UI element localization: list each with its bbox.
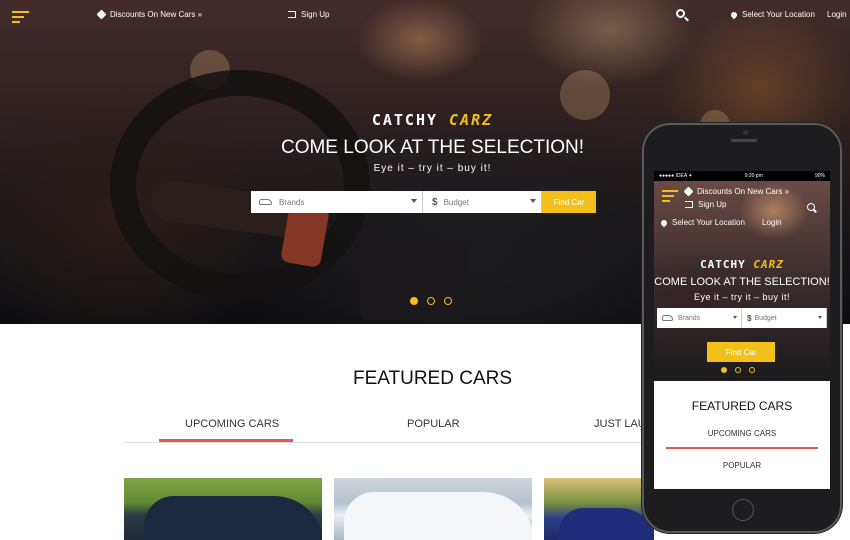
phone-camera bbox=[743, 130, 748, 135]
dollar-icon: $ bbox=[432, 196, 438, 208]
discounts-link[interactable]: Discounts On New Cars » bbox=[96, 9, 203, 20]
car-icon bbox=[662, 315, 673, 321]
signup-label: Sign Up bbox=[301, 10, 330, 19]
phone-hero-banner: Discounts On New Cars » Sign Up Select Y… bbox=[654, 181, 830, 381]
hamburger-menu-icon[interactable] bbox=[662, 190, 678, 202]
car-card-image[interactable] bbox=[334, 478, 532, 540]
logo-text-white: CATCHY bbox=[700, 258, 754, 271]
active-tab-indicator bbox=[159, 439, 293, 442]
phone-mockup: ●●●●● IDEA ✦ 9:20 pm 90% Discounts On Ne… bbox=[642, 123, 842, 533]
login-label: Login bbox=[827, 10, 847, 19]
active-tab-indicator bbox=[666, 447, 818, 449]
sign-in-icon bbox=[288, 11, 296, 18]
car-silhouette bbox=[344, 492, 532, 540]
slider-pagination bbox=[721, 367, 755, 373]
tab-popular[interactable]: POPULAR bbox=[654, 461, 830, 470]
dollar-icon: $ bbox=[747, 313, 752, 323]
phone-home-button bbox=[732, 499, 754, 521]
phone-location-link[interactable]: Select Your Location bbox=[659, 218, 745, 227]
phone-status-bar: ●●●●● IDEA ✦ 9:20 pm 90% bbox=[654, 171, 830, 181]
phone-hero-tagline: Eye it – try it – buy it! bbox=[693, 292, 791, 302]
brands-placeholder: Brands bbox=[678, 314, 701, 322]
budget-placeholder: Budget bbox=[443, 197, 469, 207]
logo-text-yellow: CARZ bbox=[449, 111, 494, 129]
car-icon bbox=[259, 199, 272, 205]
signup-label: Sign Up bbox=[698, 200, 727, 209]
chevron-down-icon bbox=[530, 199, 536, 203]
status-carrier: ●●●●● IDEA ✦ bbox=[659, 173, 693, 179]
location-label: Select Your Location bbox=[672, 218, 745, 227]
location-pin-icon bbox=[729, 10, 739, 19]
phone-signup-link[interactable]: Sign Up bbox=[685, 200, 726, 209]
tab-upcoming-cars[interactable]: UPCOMING CARS bbox=[654, 429, 830, 438]
slider-dot[interactable] bbox=[749, 367, 755, 373]
chevron-down-icon bbox=[733, 316, 737, 319]
search-icon[interactable] bbox=[676, 9, 685, 18]
logo-text-yellow: CARZ bbox=[753, 258, 784, 271]
phone-hero-headline: COME LOOK AT THE SELECTION! bbox=[654, 276, 830, 288]
brands-select[interactable]: Brands bbox=[657, 308, 742, 328]
location-pin-icon bbox=[659, 218, 669, 227]
car-silhouette bbox=[144, 496, 322, 540]
find-car-button[interactable]: Find Car bbox=[707, 342, 775, 362]
tab-popular[interactable]: POPULAR bbox=[407, 418, 460, 430]
slider-dot[interactable] bbox=[721, 367, 727, 373]
location-label: Select Your Location bbox=[742, 10, 815, 19]
top-navigation-bar: Discounts On New Cars » Sign Up Select Y… bbox=[0, 0, 850, 30]
phone-car-search-form: Brands $ Budget bbox=[657, 308, 827, 328]
car-silhouette bbox=[559, 508, 654, 540]
status-time: 9:20 pm bbox=[744, 173, 763, 179]
budget-placeholder: Budget bbox=[754, 314, 777, 322]
search-icon[interactable] bbox=[807, 203, 815, 211]
slider-pagination bbox=[410, 297, 452, 305]
status-battery: 90% bbox=[814, 173, 825, 179]
slider-dot[interactable] bbox=[427, 297, 435, 305]
featured-cars-heading: FEATURED CARS bbox=[691, 399, 793, 413]
phone-login-link[interactable]: Login bbox=[762, 218, 782, 227]
site-logo[interactable]: CATCHY CARZ bbox=[654, 258, 830, 271]
login-label: Login bbox=[762, 218, 782, 227]
budget-select[interactable]: $ Budget bbox=[423, 191, 542, 213]
page: Discounts On New Cars » Sign Up Select Y… bbox=[0, 0, 850, 540]
logo-text-white: CATCHY bbox=[371, 111, 450, 129]
brands-placeholder: Brands bbox=[279, 197, 305, 207]
sign-in-icon bbox=[685, 201, 693, 208]
tabs-divider bbox=[124, 442, 724, 443]
slider-dot[interactable] bbox=[735, 367, 741, 373]
login-link[interactable]: Login bbox=[827, 10, 847, 19]
chevron-down-icon bbox=[818, 316, 822, 319]
discounts-label: Discounts On New Cars » bbox=[110, 10, 203, 19]
location-link[interactable]: Select Your Location bbox=[729, 10, 815, 19]
find-car-button[interactable]: Find Car bbox=[542, 191, 596, 213]
tab-upcoming-cars[interactable]: UPCOMING CARS bbox=[185, 418, 279, 430]
slider-dot[interactable] bbox=[444, 297, 452, 305]
phone-screen: ●●●●● IDEA ✦ 9:20 pm 90% Discounts On Ne… bbox=[654, 171, 830, 489]
budget-select[interactable]: $ Budget bbox=[742, 308, 827, 328]
car-card-image[interactable] bbox=[124, 478, 322, 540]
hamburger-menu-icon[interactable] bbox=[12, 11, 29, 23]
discounts-label: Discounts On New Cars » bbox=[697, 187, 790, 196]
brands-select[interactable]: Brands bbox=[251, 191, 423, 213]
tag-icon bbox=[96, 9, 107, 20]
car-search-form: Brands $ Budget Find Car bbox=[251, 191, 596, 213]
phone-discounts-link[interactable]: Discounts On New Cars » bbox=[683, 186, 790, 197]
car-card-image[interactable] bbox=[544, 478, 654, 540]
slider-dot[interactable] bbox=[410, 297, 418, 305]
signup-link[interactable]: Sign Up bbox=[288, 10, 329, 19]
tag-icon bbox=[683, 186, 694, 197]
chevron-down-icon bbox=[411, 199, 417, 203]
phone-speaker bbox=[731, 139, 757, 142]
